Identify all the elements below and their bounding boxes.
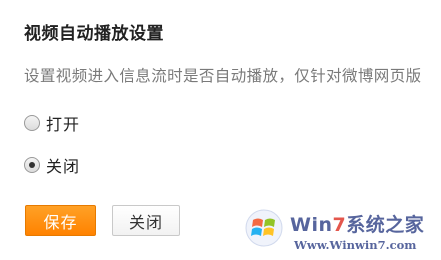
save-button[interactable]: 保存 bbox=[25, 205, 96, 236]
settings-title: 视频自动播放设置 bbox=[24, 24, 164, 44]
watermark-brand: Win7系统之家 bbox=[290, 214, 425, 236]
radio-button-on[interactable] bbox=[24, 115, 40, 131]
windows-logo-icon bbox=[245, 209, 283, 247]
radio-label-off: 关闭 bbox=[46, 157, 81, 176]
watermark-url: Www.Winwin7.com bbox=[294, 238, 417, 252]
video-autoplay-settings-panel: 视频自动播放设置 设置视频进入信息流时是否自动播放，仅针对微博网页版 打开 关闭… bbox=[0, 0, 441, 260]
radio-option-on[interactable]: 打开 bbox=[24, 111, 80, 135]
close-button[interactable]: 关闭 bbox=[112, 205, 180, 236]
radio-selected-dot bbox=[29, 162, 35, 168]
radio-label-on: 打开 bbox=[46, 115, 81, 134]
radio-button-off[interactable] bbox=[24, 157, 40, 173]
watermark: Win7系统之家 Www.Winwin7.com bbox=[244, 200, 441, 260]
radio-option-off[interactable]: 关闭 bbox=[24, 153, 80, 177]
settings-description: 设置视频进入信息流时是否自动播放，仅针对微博网页版 bbox=[24, 67, 422, 85]
